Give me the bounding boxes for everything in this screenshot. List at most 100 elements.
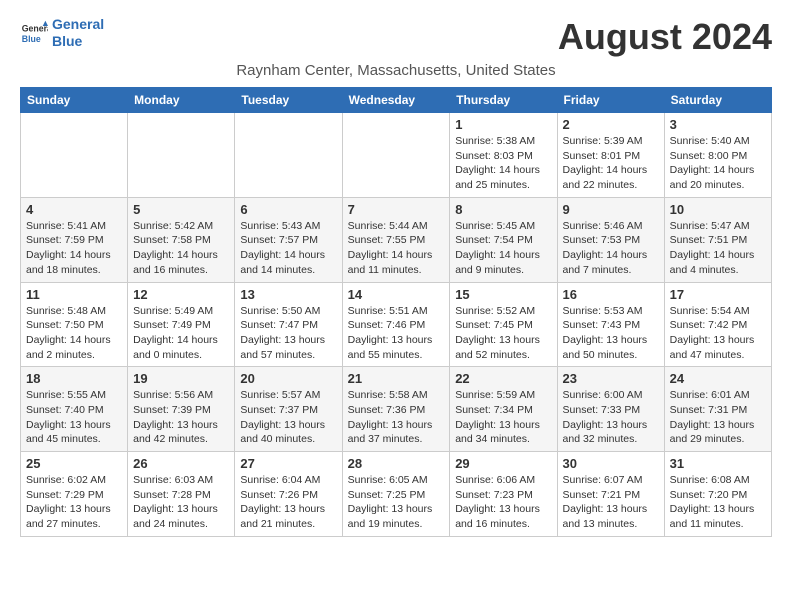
day-number: 22	[455, 371, 551, 386]
day-header-friday: Friday	[557, 88, 664, 113]
day-number: 3	[670, 117, 766, 132]
day-header-saturday: Saturday	[664, 88, 771, 113]
day-info: Sunrise: 6:07 AM Sunset: 7:21 PM Dayligh…	[563, 473, 659, 532]
day-number: 15	[455, 287, 551, 302]
calendar-cell: 8 Sunrise: 5:45 AM Sunset: 7:54 PM Daylig…	[450, 197, 557, 282]
day-number: 28	[348, 456, 445, 471]
calendar-cell: 4 Sunrise: 5:41 AM Sunset: 7:59 PM Daylig…	[21, 197, 128, 282]
calendar-body: 1 Sunrise: 5:38 AM Sunset: 8:03 PM Daylig…	[21, 113, 772, 537]
svg-text:Blue: Blue	[22, 34, 41, 44]
day-number: 16	[563, 287, 659, 302]
logo: General Blue General Blue	[20, 16, 104, 50]
day-info: Sunrise: 5:55 AM Sunset: 7:40 PM Dayligh…	[26, 388, 122, 447]
day-info: Sunrise: 6:01 AM Sunset: 7:31 PM Dayligh…	[670, 388, 766, 447]
day-number: 4	[26, 202, 122, 217]
calendar-table: SundayMondayTuesdayWednesdayThursdayFrid…	[20, 87, 772, 537]
day-info: Sunrise: 6:00 AM Sunset: 7:33 PM Dayligh…	[563, 388, 659, 447]
calendar-cell: 18 Sunrise: 5:55 AM Sunset: 7:40 PM Dayli…	[21, 367, 128, 452]
page-header: General Blue General Blue August 2024	[20, 16, 772, 58]
day-number: 10	[670, 202, 766, 217]
calendar-cell: 11 Sunrise: 5:48 AM Sunset: 7:50 PM Dayli…	[21, 282, 128, 367]
day-number: 18	[26, 371, 122, 386]
day-info: Sunrise: 6:02 AM Sunset: 7:29 PM Dayligh…	[26, 473, 122, 532]
day-number: 7	[348, 202, 445, 217]
calendar-cell: 13 Sunrise: 5:50 AM Sunset: 7:47 PM Dayli…	[235, 282, 342, 367]
day-info: Sunrise: 5:57 AM Sunset: 7:37 PM Dayligh…	[240, 388, 336, 447]
week-row-2: 4 Sunrise: 5:41 AM Sunset: 7:59 PM Daylig…	[21, 197, 772, 282]
calendar-cell: 7 Sunrise: 5:44 AM Sunset: 7:55 PM Daylig…	[342, 197, 450, 282]
day-info: Sunrise: 5:42 AM Sunset: 7:58 PM Dayligh…	[133, 219, 229, 278]
calendar-cell: 26Sunrise: 6:03 AM Sunset: 7:28 PM Dayli…	[128, 452, 235, 537]
day-number: 13	[240, 287, 336, 302]
calendar-cell: 27 Sunrise: 6:04 AM Sunset: 7:26 PM Dayli…	[235, 452, 342, 537]
day-number: 17	[670, 287, 766, 302]
calendar-cell	[128, 113, 235, 198]
day-info: Sunrise: 5:41 AM Sunset: 7:59 PM Dayligh…	[26, 219, 122, 278]
calendar-cell: 31 Sunrise: 6:08 AM Sunset: 7:20 PM Dayli…	[664, 452, 771, 537]
calendar-cell: 12Sunrise: 5:49 AM Sunset: 7:49 PM Dayli…	[128, 282, 235, 367]
calendar-cell: 19 Sunrise: 5:56 AM Sunset: 7:39 PM Dayli…	[128, 367, 235, 452]
day-info: Sunrise: 5:40 AM Sunset: 8:00 PM Dayligh…	[670, 134, 766, 193]
calendar-cell: 6 Sunrise: 5:43 AM Sunset: 7:57 PM Daylig…	[235, 197, 342, 282]
day-number: 6	[240, 202, 336, 217]
day-header-monday: Monday	[128, 88, 235, 113]
day-info: Sunrise: 5:54 AM Sunset: 7:42 PM Dayligh…	[670, 304, 766, 363]
calendar-cell: 1 Sunrise: 5:38 AM Sunset: 8:03 PM Daylig…	[450, 113, 557, 198]
location-subtitle: Raynham Center, Massachusetts, United St…	[20, 62, 772, 79]
day-number: 27	[240, 456, 336, 471]
calendar-header-row: SundayMondayTuesdayWednesdayThursdayFrid…	[21, 88, 772, 113]
day-info: Sunrise: 6:08 AM Sunset: 7:20 PM Dayligh…	[670, 473, 766, 532]
calendar-cell	[21, 113, 128, 198]
day-info: Sunrise: 6:05 AM Sunset: 7:25 PM Dayligh…	[348, 473, 445, 532]
day-number: 23	[563, 371, 659, 386]
day-info: Sunrise: 5:50 AM Sunset: 7:47 PM Dayligh…	[240, 304, 336, 363]
calendar-cell: 23 Sunrise: 6:00 AM Sunset: 7:33 PM Dayli…	[557, 367, 664, 452]
day-number: 24	[670, 371, 766, 386]
day-info: Sunrise: 5:52 AM Sunset: 7:45 PM Dayligh…	[455, 304, 551, 363]
day-number: 14	[348, 287, 445, 302]
calendar-cell: 17 Sunrise: 5:54 AM Sunset: 7:42 PM Dayli…	[664, 282, 771, 367]
calendar-cell: 15 Sunrise: 5:52 AM Sunset: 7:45 PM Dayli…	[450, 282, 557, 367]
day-number: 29	[455, 456, 551, 471]
calendar-cell: 24 Sunrise: 6:01 AM Sunset: 7:31 PM Dayli…	[664, 367, 771, 452]
day-info: Sunrise: 5:46 AM Sunset: 7:53 PM Dayligh…	[563, 219, 659, 278]
calendar-cell: 10Sunrise: 5:47 AM Sunset: 7:51 PM Dayli…	[664, 197, 771, 282]
week-row-3: 11 Sunrise: 5:48 AM Sunset: 7:50 PM Dayli…	[21, 282, 772, 367]
calendar-cell: 22 Sunrise: 5:59 AM Sunset: 7:34 PM Dayli…	[450, 367, 557, 452]
day-number: 19	[133, 371, 229, 386]
day-info: Sunrise: 6:03 AM Sunset: 7:28 PM Dayligh…	[133, 473, 229, 532]
day-info: Sunrise: 5:43 AM Sunset: 7:57 PM Dayligh…	[240, 219, 336, 278]
week-row-1: 1 Sunrise: 5:38 AM Sunset: 8:03 PM Daylig…	[21, 113, 772, 198]
calendar-cell: 30Sunrise: 6:07 AM Sunset: 7:21 PM Dayli…	[557, 452, 664, 537]
day-info: Sunrise: 5:45 AM Sunset: 7:54 PM Dayligh…	[455, 219, 551, 278]
day-number: 2	[563, 117, 659, 132]
day-number: 9	[563, 202, 659, 217]
day-info: Sunrise: 6:04 AM Sunset: 7:26 PM Dayligh…	[240, 473, 336, 532]
title-block: August 2024	[558, 16, 772, 58]
day-info: Sunrise: 5:48 AM Sunset: 7:50 PM Dayligh…	[26, 304, 122, 363]
day-number: 8	[455, 202, 551, 217]
day-number: 20	[240, 371, 336, 386]
day-number: 11	[26, 287, 122, 302]
day-info: Sunrise: 5:56 AM Sunset: 7:39 PM Dayligh…	[133, 388, 229, 447]
day-number: 31	[670, 456, 766, 471]
calendar-cell: 9 Sunrise: 5:46 AM Sunset: 7:53 PM Daylig…	[557, 197, 664, 282]
calendar-title: August 2024	[558, 16, 772, 58]
calendar-cell: 28 Sunrise: 6:05 AM Sunset: 7:25 PM Dayli…	[342, 452, 450, 537]
day-info: Sunrise: 5:44 AM Sunset: 7:55 PM Dayligh…	[348, 219, 445, 278]
calendar-cell: 3 Sunrise: 5:40 AM Sunset: 8:00 PM Daylig…	[664, 113, 771, 198]
day-header-sunday: Sunday	[21, 88, 128, 113]
calendar-cell	[235, 113, 342, 198]
day-number: 5	[133, 202, 229, 217]
day-number: 25	[26, 456, 122, 471]
day-header-tuesday: Tuesday	[235, 88, 342, 113]
day-header-wednesday: Wednesday	[342, 88, 450, 113]
day-info: Sunrise: 5:38 AM Sunset: 8:03 PM Dayligh…	[455, 134, 551, 193]
calendar-cell	[342, 113, 450, 198]
week-row-5: 25 Sunrise: 6:02 AM Sunset: 7:29 PM Dayli…	[21, 452, 772, 537]
calendar-cell: 5 Sunrise: 5:42 AM Sunset: 7:58 PM Daylig…	[128, 197, 235, 282]
calendar-cell: 21Sunrise: 5:58 AM Sunset: 7:36 PM Dayli…	[342, 367, 450, 452]
day-info: Sunrise: 5:59 AM Sunset: 7:34 PM Dayligh…	[455, 388, 551, 447]
day-number: 1	[455, 117, 551, 132]
day-info: Sunrise: 5:39 AM Sunset: 8:01 PM Dayligh…	[563, 134, 659, 193]
